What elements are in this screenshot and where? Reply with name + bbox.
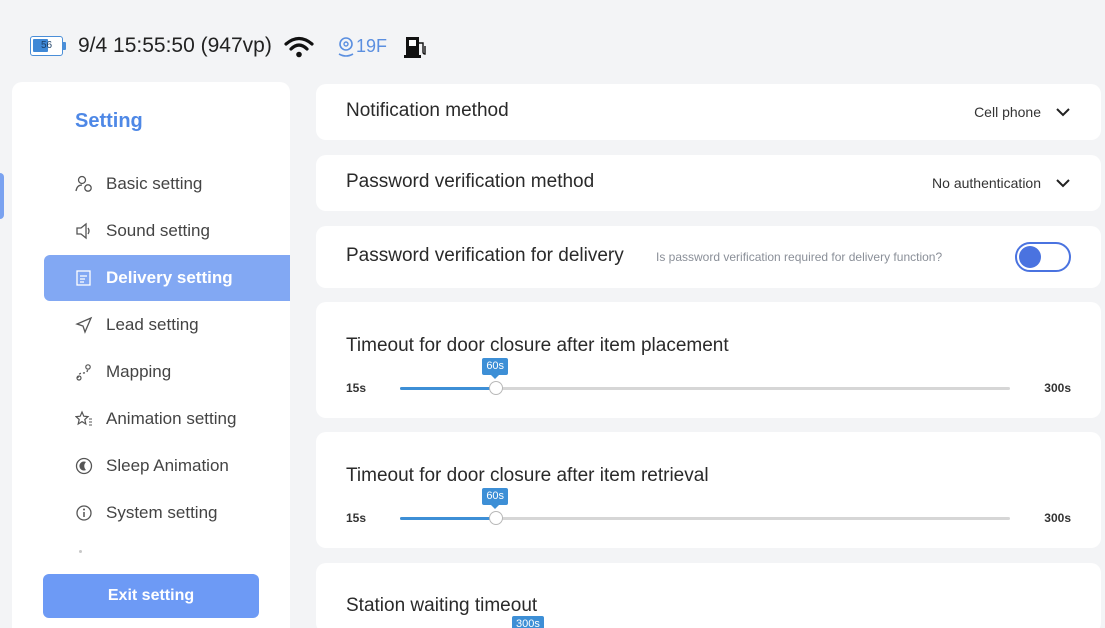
slider-value-bubble: 60s <box>482 358 509 379</box>
chevron-down-icon <box>1056 108 1070 117</box>
user-settings-icon <box>74 174 94 194</box>
sidebar-item-label: Sleep Animation <box>106 456 229 475</box>
sidebar-item-label: System setting <box>106 503 218 522</box>
sidebar-item-sound-setting[interactable]: Sound setting <box>44 208 290 254</box>
sidebar-item-label: Lead setting <box>106 315 199 334</box>
notification-method-label: Notification method <box>346 100 509 121</box>
timeout-placement-card: Timeout for door closure after item plac… <box>316 302 1101 418</box>
password-delivery-toggle[interactable] <box>1015 242 1071 272</box>
sidebar-item-mapping[interactable]: Mapping <box>44 349 290 395</box>
exit-setting-button[interactable]: Exit setting <box>43 574 259 618</box>
paper-plane-icon <box>74 315 94 335</box>
timeout-retrieval-label: Timeout for door closure after item retr… <box>346 465 709 486</box>
location-icon <box>338 37 354 57</box>
info-icon <box>74 503 94 523</box>
notification-method-dropdown[interactable]: Cell phone <box>974 104 1071 120</box>
charging-station-icon <box>404 37 426 58</box>
password-delivery-label: Password verification for delivery <box>346 245 624 266</box>
password-delivery-hint: Is password verification required for de… <box>656 250 943 264</box>
star-list-icon <box>74 409 94 429</box>
notification-method-value: Cell phone <box>974 104 1041 120</box>
password-method-card: Password verification method No authenti… <box>316 155 1101 211</box>
sidebar-item-delivery-setting[interactable]: Delivery setting <box>44 255 290 301</box>
station-wait-label: Station waiting timeout <box>346 595 538 616</box>
sidebar-item-animation-setting[interactable]: Animation setting <box>44 396 290 442</box>
password-method-value: No authentication <box>932 175 1041 191</box>
speaker-icon <box>74 221 94 241</box>
timeout-retrieval-slider[interactable]: 60s <box>400 488 1010 525</box>
sidebar: Setting Basic setting Sound setting Deli… <box>12 82 290 628</box>
timeout-placement-max: 300s <box>1044 381 1071 395</box>
sidebar-item-system-setting[interactable]: System setting <box>44 490 290 536</box>
battery-icon: 56 <box>30 36 63 56</box>
password-delivery-card: Password verification for delivery Is pa… <box>316 226 1101 288</box>
sidebar-item-label: Mapping <box>106 362 172 381</box>
sidebar-item-basic-setting[interactable]: Basic setting <box>44 161 290 207</box>
slider-fill <box>400 387 497 390</box>
timeout-placement-slider[interactable]: 60s <box>400 358 1010 395</box>
battery-level: 56 <box>40 40 53 51</box>
moon-icon <box>74 456 94 476</box>
sidebar-title: Setting <box>75 110 143 132</box>
station-wait-card: Station waiting timeout 300s <box>316 563 1101 628</box>
map-route-icon <box>74 362 94 382</box>
slider-thumb[interactable] <box>489 511 504 525</box>
timeout-retrieval-card: Timeout for door closure after item retr… <box>316 432 1101 548</box>
sidebar-item-label: Animation setting <box>106 409 237 428</box>
edit-note-icon <box>74 268 94 288</box>
notification-method-card: Notification method Cell phone <box>316 84 1101 140</box>
floor-indicator: 19F <box>356 36 388 56</box>
sidebar-item-label: Basic setting <box>106 174 203 193</box>
sidebar-item-lead-setting[interactable]: Lead setting <box>44 302 290 348</box>
status-datetime: 9/4 15:55:50 (947vp) <box>78 34 272 57</box>
sidebar-item-sleep-animation[interactable]: Sleep Animation <box>44 443 290 489</box>
battery-tip <box>63 42 66 50</box>
timeout-retrieval-min: 15s <box>346 511 367 525</box>
station-wait-value-bubble: 300s <box>512 616 544 628</box>
more-items-indicator <box>79 550 82 553</box>
sidebar-item-label: Sound setting <box>106 221 210 240</box>
password-method-label: Password verification method <box>346 171 595 192</box>
password-method-dropdown[interactable]: No authentication <box>932 175 1071 191</box>
sidebar-item-label: Delivery setting <box>106 268 233 287</box>
slider-thumb[interactable] <box>489 381 504 395</box>
timeout-placement-label: Timeout for door closure after item plac… <box>346 335 729 356</box>
slider-fill <box>400 517 497 520</box>
settings-screen: 56 9/4 15:55:50 (947vp) 19F Setting Basi… <box>0 0 1105 628</box>
toggle-knob <box>1019 246 1041 268</box>
active-section-indicator <box>0 173 4 219</box>
status-bar: 56 9/4 15:55:50 (947vp) 19F <box>0 0 1105 82</box>
timeout-placement-min: 15s <box>346 381 367 395</box>
timeout-retrieval-max: 300s <box>1044 511 1071 525</box>
slider-value-bubble: 60s <box>482 488 509 509</box>
wifi-icon <box>284 36 314 58</box>
chevron-down-icon <box>1056 179 1070 188</box>
